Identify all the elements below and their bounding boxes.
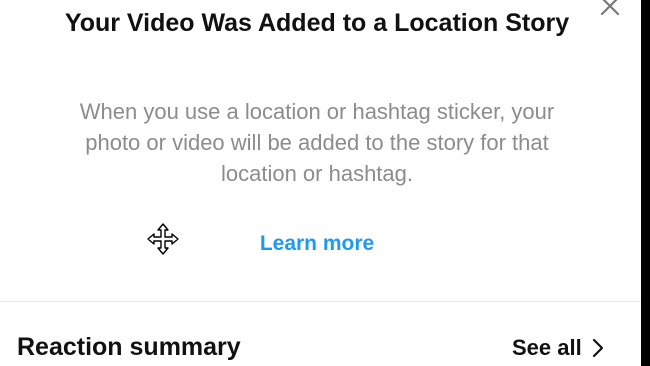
chevron-right-icon	[592, 338, 603, 358]
see-all-label: See all	[512, 335, 582, 360]
move-cursor-icon	[146, 222, 180, 256]
close-button[interactable]	[596, 0, 624, 20]
dialog-description: When you use a location or hashtag stick…	[79, 99, 555, 186]
learn-more-link[interactable]: Learn more	[250, 230, 384, 258]
divider	[0, 301, 641, 302]
dialog-title: Your Video Was Added to a Location Story	[64, 9, 570, 37]
see-all-button[interactable]: See all	[512, 331, 604, 365]
location-story-sheet: Your Video Was Added to a Location Story…	[0, 0, 641, 366]
close-icon	[600, 0, 620, 16]
reaction-summary-heading: Reaction summary	[17, 333, 241, 361]
